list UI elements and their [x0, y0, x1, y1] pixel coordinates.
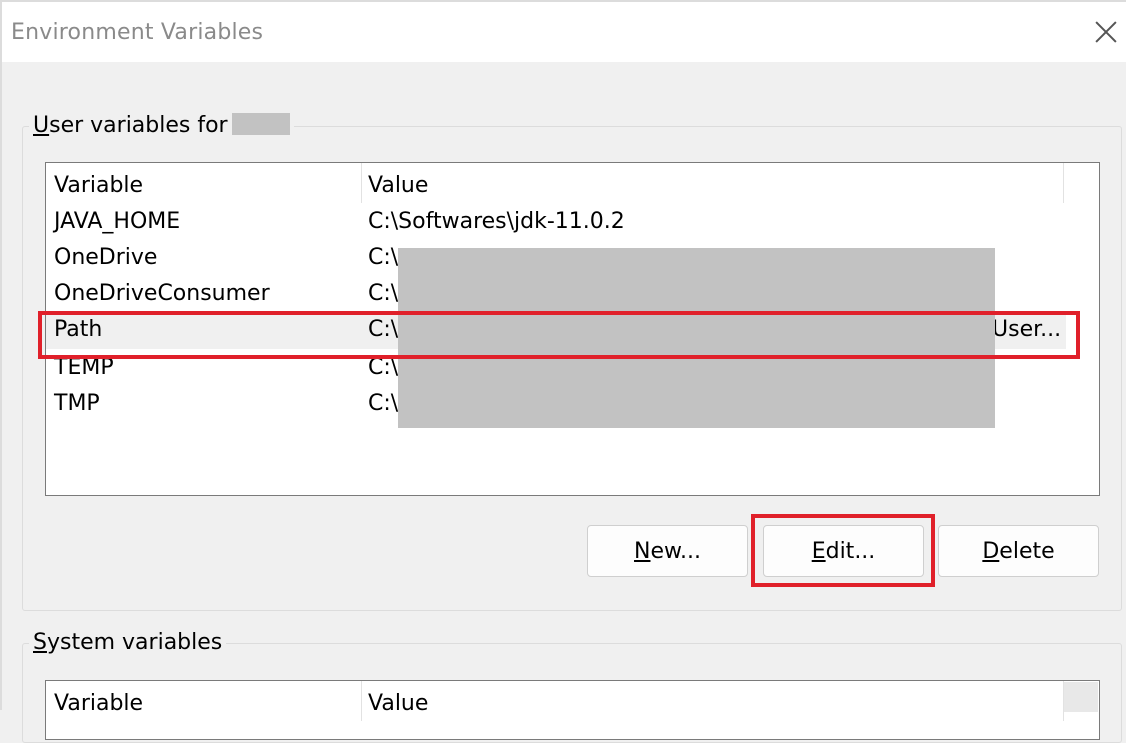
title-bar[interactable]: Environment Variables [2, 2, 1126, 62]
variable-name: TEMP [54, 355, 114, 380]
variable-value-tail: User... [992, 317, 1062, 342]
user-variables-label: User variables for [29, 113, 294, 138]
scrollbar[interactable] [1064, 682, 1098, 712]
column-divider[interactable] [361, 163, 362, 203]
variable-value: C:\ [368, 245, 399, 270]
column-header-value[interactable]: Value [368, 173, 428, 198]
variable-value: C:\ [368, 281, 399, 306]
column-divider[interactable] [361, 681, 362, 721]
close-icon[interactable] [1094, 20, 1118, 44]
variable-name: TMP [54, 391, 100, 416]
variable-name: OneDriveConsumer [54, 281, 270, 306]
delete-button[interactable]: Delete [938, 525, 1099, 577]
variable-value: C:\ [368, 317, 399, 342]
environment-variables-dialog: Environment Variables User variables for… [0, 0, 1126, 743]
redacted-values [398, 248, 995, 428]
list-header: Variable Value [46, 681, 1099, 725]
column-header-variable[interactable]: Variable [54, 691, 143, 716]
system-variables-label: System variables [29, 630, 227, 655]
column-header-variable[interactable]: Variable [54, 173, 143, 198]
redacted-username [231, 113, 290, 135]
table-row[interactable]: JAVA_HOME C:\Softwares\jdk-11.0.2 [46, 205, 1066, 241]
variable-value: C:\ [368, 391, 399, 416]
system-variables-list[interactable]: Variable Value [45, 680, 1100, 740]
variable-value: C:\Softwares\jdk-11.0.2 [368, 209, 625, 234]
column-divider[interactable] [1063, 163, 1064, 203]
variable-value: C:\ [368, 355, 399, 380]
variable-name: JAVA_HOME [54, 209, 181, 234]
new-button[interactable]: New... [587, 525, 748, 577]
variable-name: OneDrive [54, 245, 158, 270]
window-title: Environment Variables [11, 20, 264, 45]
list-header: Variable Value [46, 163, 1099, 207]
edit-button[interactable]: Edit... [763, 525, 924, 577]
column-header-value[interactable]: Value [368, 691, 428, 716]
variable-name: Path [54, 317, 103, 342]
